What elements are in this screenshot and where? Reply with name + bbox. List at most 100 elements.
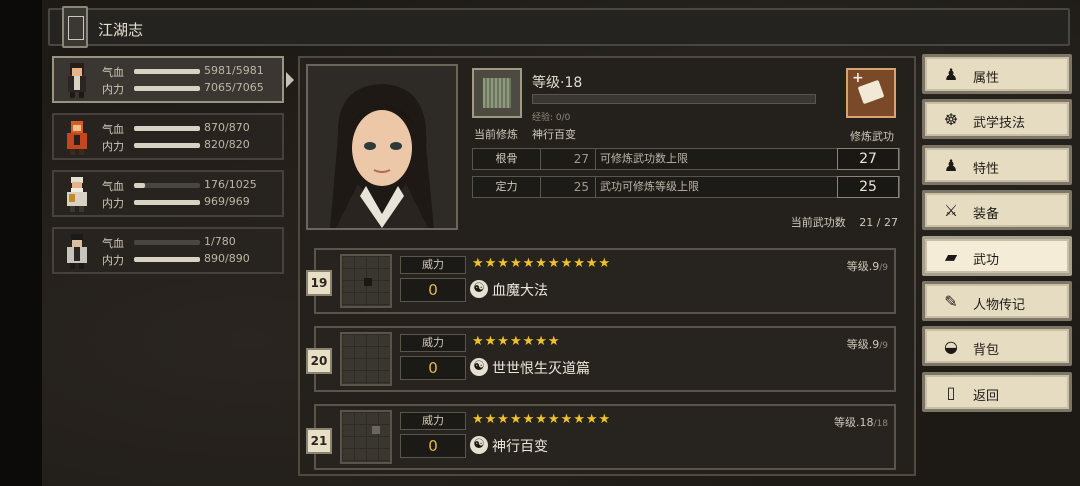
elder-avatar-icon bbox=[67, 177, 87, 212]
skill-level-value: 等级.9 bbox=[846, 260, 880, 273]
yin-yang-icon: ☯ bbox=[470, 280, 488, 298]
stat-cap: 25 bbox=[837, 176, 899, 198]
menu-label: 人物传记 bbox=[973, 298, 1026, 313]
menu-label: 背包 bbox=[973, 343, 1000, 358]
hp-value: 5981/5981 bbox=[204, 64, 264, 77]
book-icon: ▰ bbox=[944, 247, 958, 266]
mp-value: 969/969 bbox=[204, 195, 250, 208]
skill-level-max: /9 bbox=[879, 341, 888, 351]
skill-icon bbox=[340, 254, 392, 308]
exp-text: 经验: 0/0 bbox=[532, 113, 571, 123]
menu-martial-techniques-button[interactable]: ☸ 武学技法 bbox=[922, 99, 1072, 139]
hp-value: 176/1025 bbox=[204, 178, 257, 191]
skill-level: 等级.9/9 bbox=[847, 258, 888, 274]
skill-count-value: 21 / 27 bbox=[859, 216, 898, 229]
menu-attributes-button[interactable]: ♟ 属性 bbox=[922, 54, 1072, 94]
skill-stars: ★★★★★★★ bbox=[472, 334, 561, 349]
sword-icon: ⚔ bbox=[943, 201, 959, 220]
martial-person-icon: ☸ bbox=[943, 110, 959, 129]
hp-label: 气血 bbox=[102, 123, 124, 136]
menu-bag-button[interactable]: ◒ 背包 bbox=[922, 326, 1072, 366]
trait-icon: ♟ bbox=[943, 156, 959, 175]
mp-bar-fill bbox=[134, 86, 200, 91]
skill-name: 血魔大法 bbox=[492, 283, 548, 299]
menu-back-button[interactable]: ▯ 返回 bbox=[922, 372, 1072, 412]
skill-index-badge: 20 bbox=[306, 348, 332, 374]
skill-stars: ★★★★★★★★★★★ bbox=[472, 412, 612, 427]
practice-skill-button[interactable]: + bbox=[846, 68, 896, 118]
stat-name: 根骨 bbox=[473, 149, 541, 169]
portrait-image bbox=[308, 66, 456, 228]
mp-value: 820/820 bbox=[204, 138, 250, 151]
power-value: 0 bbox=[400, 434, 466, 458]
stat-name: 定力 bbox=[473, 177, 541, 197]
skill-icon-dot bbox=[372, 426, 380, 434]
skill-card[interactable]: 威力 0 ★★★★★★★ ☯ 世世恨生灭道篇 等级.9/9 bbox=[314, 326, 896, 392]
current-cultivation-skill: 神行百变 bbox=[532, 128, 576, 141]
hp-bar bbox=[134, 183, 200, 188]
hp-value: 870/870 bbox=[204, 121, 250, 134]
mp-bar-fill bbox=[134, 143, 200, 148]
yin-yang-icon: ☯ bbox=[470, 358, 488, 376]
power-label: 威力 bbox=[400, 334, 466, 352]
mp-bar bbox=[134, 257, 200, 262]
mp-label: 内力 bbox=[102, 197, 124, 210]
menu-traits-button[interactable]: ♟ 特性 bbox=[922, 145, 1072, 185]
skill-level-max: /18 bbox=[873, 419, 888, 429]
character-portrait bbox=[306, 64, 458, 230]
person-icon: ♟ bbox=[943, 65, 959, 84]
skill-icon bbox=[340, 410, 392, 464]
cultivation-info: 等级·18 经验: 0/0 当前修炼 神行百变 + 修炼武功 根骨 27 可修炼… bbox=[470, 64, 906, 230]
skill-index-badge: 21 bbox=[306, 428, 332, 454]
skill-level-value: 等级.9 bbox=[846, 338, 880, 351]
skill-stars: ★★★★★★★★★★★ bbox=[472, 256, 612, 271]
mp-value: 7065/7065 bbox=[204, 81, 264, 94]
mp-bar bbox=[134, 200, 200, 205]
left-edge bbox=[0, 0, 42, 486]
party-member-2[interactable]: 气血 870/870 内力 820/820 bbox=[52, 113, 284, 160]
menu-label: 属性 bbox=[973, 71, 1000, 86]
skill-count: 当前武功数 21 / 27 bbox=[791, 214, 898, 230]
mp-label: 内力 bbox=[102, 83, 124, 96]
party-member-1[interactable]: 气血 5981/5981 内力 7065/7065 bbox=[52, 56, 294, 103]
stat-cap: 27 bbox=[837, 148, 899, 170]
current-skill-scroll-icon[interactable] bbox=[472, 68, 522, 118]
hp-label: 气血 bbox=[102, 237, 124, 250]
stat-value: 27 bbox=[573, 152, 589, 166]
page-title: 江湖志 bbox=[98, 21, 144, 39]
skill-name: 神行百变 bbox=[492, 439, 548, 455]
bag-icon: ◒ bbox=[944, 337, 958, 356]
skill-level-max: /9 bbox=[879, 263, 888, 273]
skill-card[interactable]: 威力 0 ★★★★★★★★★★★ ☯ 神行百变 等级.18/18 bbox=[314, 404, 896, 470]
party-member-3[interactable]: 气血 176/1025 内力 969/969 bbox=[52, 170, 284, 217]
skill-level: 等级.9/9 bbox=[847, 336, 888, 352]
mp-bar-fill bbox=[134, 257, 200, 262]
yin-yang-icon: ☯ bbox=[470, 436, 488, 454]
skill-name: 世世恨生灭道篇 bbox=[492, 361, 590, 377]
mp-label: 内力 bbox=[102, 140, 124, 153]
menu-equipment-button[interactable]: ⚔ 装备 bbox=[922, 190, 1072, 230]
party-member-4[interactable]: 气血 1/780 内力 890/890 bbox=[52, 227, 284, 274]
mp-bar bbox=[134, 86, 200, 91]
stat-row-gengu: 根骨 27 可修炼武功数上限 27 bbox=[472, 148, 900, 170]
menu-martial-arts-button[interactable]: ▰ 武功 bbox=[922, 236, 1072, 276]
stat-value: 25 bbox=[573, 180, 589, 194]
power-value: 0 bbox=[400, 278, 466, 302]
hero-avatar-icon bbox=[68, 63, 86, 98]
hp-bar-fill bbox=[134, 69, 200, 74]
menu-label: 返回 bbox=[973, 389, 1000, 404]
hp-bar-fill bbox=[134, 126, 200, 131]
hp-bar-fill bbox=[134, 183, 146, 188]
mp-bar-fill bbox=[134, 200, 200, 205]
exp-bar bbox=[532, 94, 816, 104]
menu-biography-button[interactable]: ✎ 人物传记 bbox=[922, 281, 1072, 321]
mp-bar bbox=[134, 143, 200, 148]
skill-icon-dot bbox=[364, 278, 372, 286]
menu-label: 装备 bbox=[973, 207, 1000, 222]
hp-bar bbox=[134, 126, 200, 131]
door-icon: ▯ bbox=[946, 383, 956, 402]
hp-label: 气血 bbox=[102, 66, 124, 79]
title-bar: 江湖志 bbox=[48, 6, 1070, 48]
power-label: 威力 bbox=[400, 256, 466, 274]
skill-card[interactable]: 威力 0 ★★★★★★★★★★★ ☯ 血魔大法 等级.9/9 bbox=[314, 248, 896, 314]
